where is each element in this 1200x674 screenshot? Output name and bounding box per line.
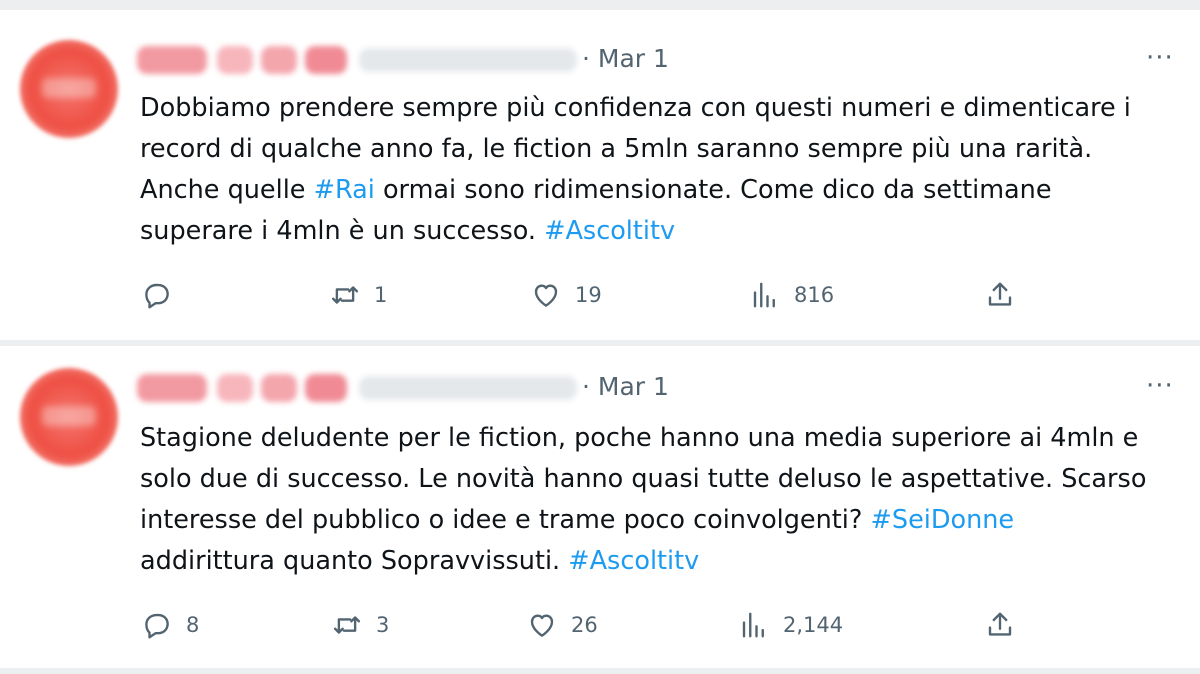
views-count: 816 xyxy=(794,283,835,307)
tweet[interactable]: · Mar 1 ··· Dobbiamo prendere sempre più… xyxy=(0,10,1200,340)
share-button[interactable] xyxy=(985,610,1015,640)
views-icon xyxy=(742,612,764,638)
views-button[interactable]: 2,144 xyxy=(739,610,843,640)
reply-button[interactable]: 8 xyxy=(142,610,199,640)
heart-icon xyxy=(530,614,554,637)
tweet[interactable]: · Mar 1 ··· Stagione deludente per le fi… xyxy=(0,346,1200,668)
share-button[interactable] xyxy=(985,280,1015,310)
views-icon xyxy=(753,282,775,308)
retweet-icon xyxy=(333,616,361,634)
reply-icon xyxy=(145,283,169,309)
retweet-button[interactable]: 1 xyxy=(330,280,387,310)
retweet-count: 1 xyxy=(374,283,388,307)
like-count: 19 xyxy=(575,283,602,307)
retweet-button[interactable]: 3 xyxy=(332,610,389,640)
reply-button[interactable] xyxy=(142,280,186,310)
like-button[interactable]: 26 xyxy=(527,610,598,640)
like-count: 26 xyxy=(571,613,598,637)
views-button[interactable]: 816 xyxy=(750,280,834,310)
share-icon xyxy=(988,282,1012,306)
share-icon xyxy=(988,612,1012,636)
reply-icon xyxy=(145,613,169,639)
retweet-count: 3 xyxy=(376,613,390,637)
like-button[interactable]: 19 xyxy=(531,280,602,310)
retweet-icon xyxy=(331,286,359,304)
reply-count: 8 xyxy=(186,613,200,637)
views-count: 2,144 xyxy=(783,613,844,637)
heart-icon xyxy=(534,284,558,307)
